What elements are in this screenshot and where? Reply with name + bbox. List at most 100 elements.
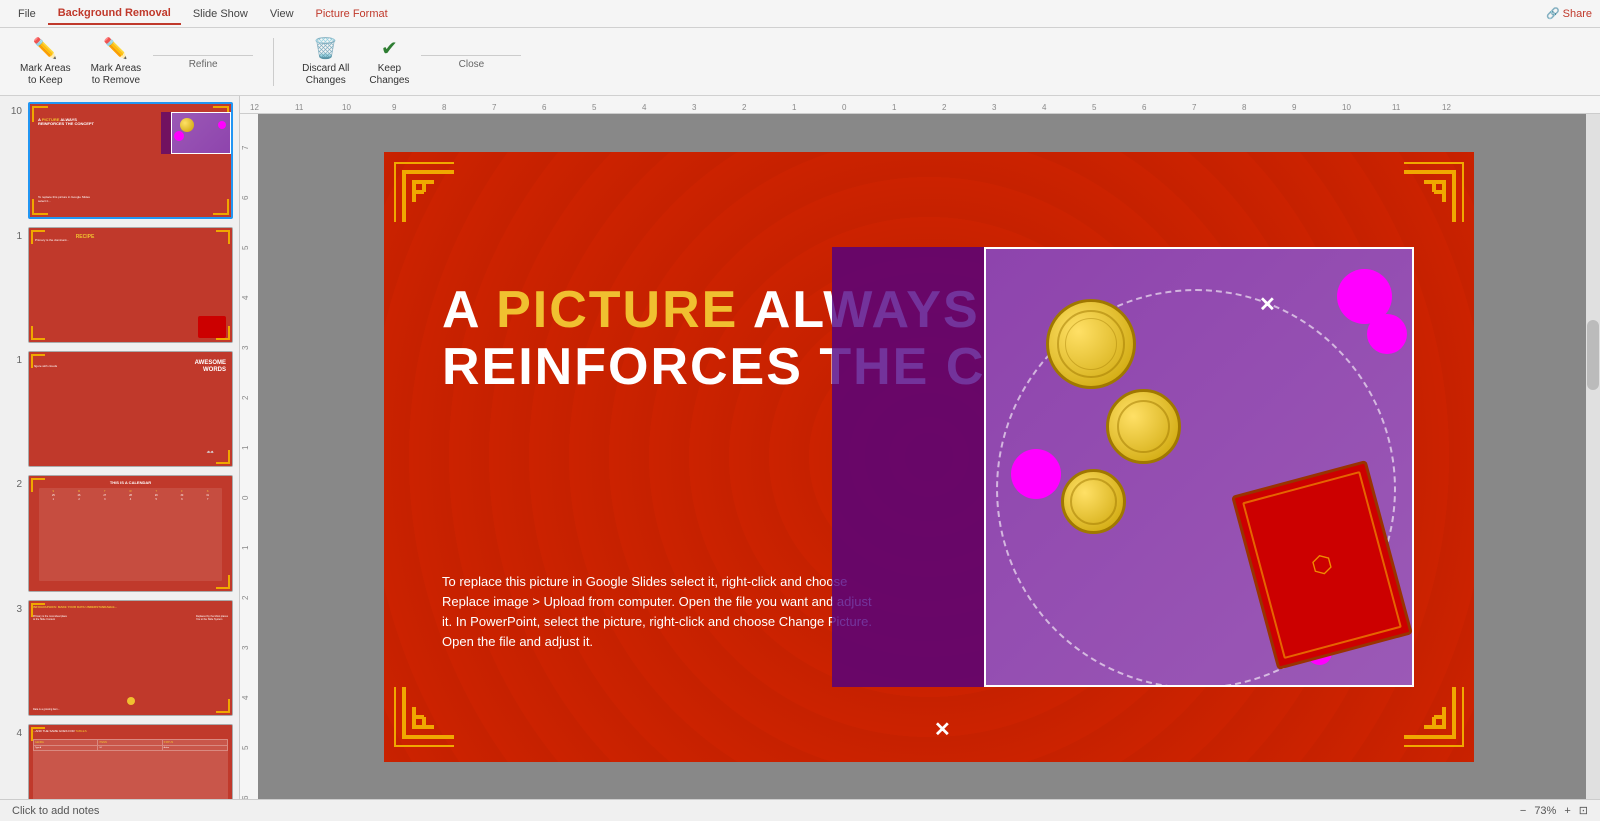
ribbon-divider-1	[273, 38, 274, 86]
slide-number-13: 3	[6, 604, 22, 615]
status-zoom-out-icon[interactable]: −	[1520, 805, 1526, 817]
svg-text:4: 4	[1042, 103, 1047, 111]
refine-label: Refine	[153, 55, 253, 70]
slide-item-14[interactable]: 4 ...AND THE SAME GOES FOR TABLES GENRE …	[4, 722, 235, 799]
svg-text:3: 3	[241, 645, 250, 650]
svg-text:3: 3	[692, 103, 697, 111]
svg-text:3: 3	[992, 103, 997, 111]
ribbon-content: ✏️ Mark Areasto Keep ✏️ Mark Areasto Rem…	[0, 28, 1600, 95]
ribbon-tabs: File Background Removal Slide Show View …	[0, 0, 1600, 28]
mark-areas-remove-button[interactable]: ✏️ Mark Areasto Remove	[83, 32, 150, 91]
svg-text:3: 3	[241, 345, 250, 350]
svg-text:5: 5	[1092, 103, 1097, 111]
scrollbar-thumb[interactable]	[1587, 320, 1599, 390]
mark-keep-label: Mark Areasto Keep	[20, 63, 71, 87]
share-button[interactable]: 🔗 Share	[1546, 7, 1592, 20]
svg-text:7: 7	[492, 103, 497, 111]
slide-item-11[interactable]: 1 figure with clouds AWESOMEWORDS ☁️☁️	[4, 349, 235, 469]
svg-text:2: 2	[241, 395, 250, 400]
svg-text:11: 11	[1392, 103, 1401, 111]
tab-background-removal[interactable]: Background Removal	[48, 3, 181, 25]
mark-remove-label: Mark Areasto Remove	[91, 63, 142, 87]
svg-text:4: 4	[241, 695, 250, 700]
corner-deco-tl	[394, 162, 494, 267]
slide-body-text: To replace this picture in Google Slides…	[442, 572, 882, 653]
svg-text:5: 5	[241, 745, 250, 750]
magenta-blob-2	[1367, 314, 1407, 354]
x-marker-1[interactable]: ✕	[1259, 292, 1276, 317]
slide-item-13[interactable]: 3 INFOGRAPHICS: MAKE YOUR DATA UNDERSTAN…	[4, 598, 235, 718]
slide-thumb-11[interactable]: figure with clouds AWESOMEWORDS ☁️☁️	[28, 351, 233, 467]
bg-removal-image-area[interactable]: ⬡	[984, 247, 1414, 687]
slide-thumb-14[interactable]: ...AND THE SAME GOES FOR TABLES GENRE IT…	[28, 724, 233, 799]
svg-text:1: 1	[241, 545, 250, 550]
slide-thumb-10[interactable]: A PICTURE ALWAYSREINFORCES THE CONCEPT T…	[28, 102, 233, 219]
svg-text:11: 11	[295, 103, 304, 111]
status-right: − 73% + ⊡	[1520, 804, 1588, 817]
corner-deco-bl	[394, 647, 494, 752]
svg-text:0: 0	[241, 495, 250, 500]
svg-text:4: 4	[642, 103, 647, 111]
slide-thumb-13[interactable]: INFOGRAPHICS: MAKE YOUR DATA UNDERSTANDA…	[28, 600, 233, 716]
keep-changes-button[interactable]: ✔ KeepChanges	[361, 32, 417, 91]
slide-item-10[interactable]: 10 A PICTURE ALWAYSREINFORCES THE CONCEP…	[4, 100, 235, 221]
status-bar: Click to add notes − 73% + ⊡	[0, 799, 1600, 821]
keep-icon: ✔	[381, 36, 398, 61]
svg-text:1: 1	[792, 103, 797, 111]
svg-text:4: 4	[241, 295, 250, 300]
scrollbar-track[interactable]	[1586, 114, 1600, 799]
coin-1	[1046, 299, 1136, 389]
slide-number-14: 4	[6, 728, 22, 739]
slide-thumb-1[interactable]: RECIPE Primary is the dominant...	[28, 227, 233, 343]
slide-number-12: 2	[6, 479, 22, 490]
ruler-top: 1211109876543210123456789101112	[240, 96, 1600, 114]
svg-text:6: 6	[241, 195, 250, 200]
discard-changes-button[interactable]: 🗑️ Discard AllChanges	[294, 32, 357, 91]
slide-number-1: 1	[6, 231, 22, 242]
tab-slide-show[interactable]: Slide Show	[183, 4, 258, 24]
ribbon: File Background Removal Slide Show View …	[0, 0, 1600, 96]
svg-text:5: 5	[241, 245, 250, 250]
status-fit-icon[interactable]: ⊡	[1579, 804, 1588, 817]
svg-text:10: 10	[1342, 103, 1351, 111]
keep-label: KeepChanges	[369, 63, 409, 87]
discard-label: Discard AllChanges	[302, 63, 349, 87]
ruler-left: 7 6 5 4 3 2 1 0 1 2 3 4 5 6 7	[240, 114, 258, 799]
x-marker-2[interactable]: ✕	[934, 717, 951, 742]
main-area: 10 A PICTURE ALWAYSREINFORCES THE CONCEP…	[0, 96, 1600, 799]
slide-panel: 10 A PICTURE ALWAYSREINFORCES THE CONCEP…	[0, 96, 240, 799]
content-area: 1211109876543210123456789101112 7 6 5	[240, 96, 1600, 799]
slide-number-10: 10	[6, 106, 22, 117]
tab-view[interactable]: View	[260, 4, 304, 24]
svg-text:7: 7	[241, 145, 250, 150]
svg-text:10: 10	[342, 103, 351, 111]
status-zoom-in-icon[interactable]: +	[1564, 805, 1570, 817]
magenta-blob-3	[1011, 449, 1061, 499]
slide-canvas-area[interactable]: A PICTURE ALWAYS REINFORCES THE CO To re…	[258, 114, 1600, 799]
svg-text:8: 8	[1242, 103, 1247, 111]
refine-group: ✏️ Mark Areasto Keep ✏️ Mark Areasto Rem…	[12, 32, 253, 91]
svg-text:0: 0	[842, 103, 847, 111]
mark-keep-icon: ✏️	[33, 36, 58, 61]
slide-canvas: A PICTURE ALWAYS REINFORCES THE CO To re…	[384, 152, 1474, 762]
ruler-svg-left: 7 6 5 4 3 2 1 0 1 2 3 4 5 6 7	[240, 114, 258, 799]
ruler-side-wrapper: 7 6 5 4 3 2 1 0 1 2 3 4 5 6 7	[240, 114, 1600, 799]
close-group: 🗑️ Discard AllChanges ✔ KeepChanges Clos…	[294, 32, 521, 91]
svg-text:6: 6	[1142, 103, 1147, 111]
tab-file[interactable]: File	[8, 4, 46, 24]
svg-text:7: 7	[1192, 103, 1197, 111]
svg-text:2: 2	[942, 103, 947, 111]
svg-text:2: 2	[742, 103, 747, 111]
share-icon: 🔗	[1546, 7, 1560, 20]
svg-text:1: 1	[241, 445, 250, 450]
tab-picture-format[interactable]: Picture Format	[306, 4, 398, 24]
status-notes: Click to add notes	[12, 805, 99, 817]
mark-areas-keep-button[interactable]: ✏️ Mark Areasto Keep	[12, 32, 79, 91]
svg-text:5: 5	[592, 103, 597, 111]
ruler-svg-top: 1211109876543210123456789101112	[240, 96, 1600, 111]
coin-3	[1061, 469, 1126, 534]
slide-item-1[interactable]: 1 RECIPE Primary is the dominant...	[4, 225, 235, 345]
slide-thumb-12[interactable]: THIS IS A CALENDAR SMTWTFS 2526272829303…	[28, 475, 233, 591]
slide-item-12[interactable]: 2 THIS IS A CALENDAR SMTWTFS 25262728293…	[4, 473, 235, 593]
discard-icon: 🗑️	[313, 36, 338, 61]
